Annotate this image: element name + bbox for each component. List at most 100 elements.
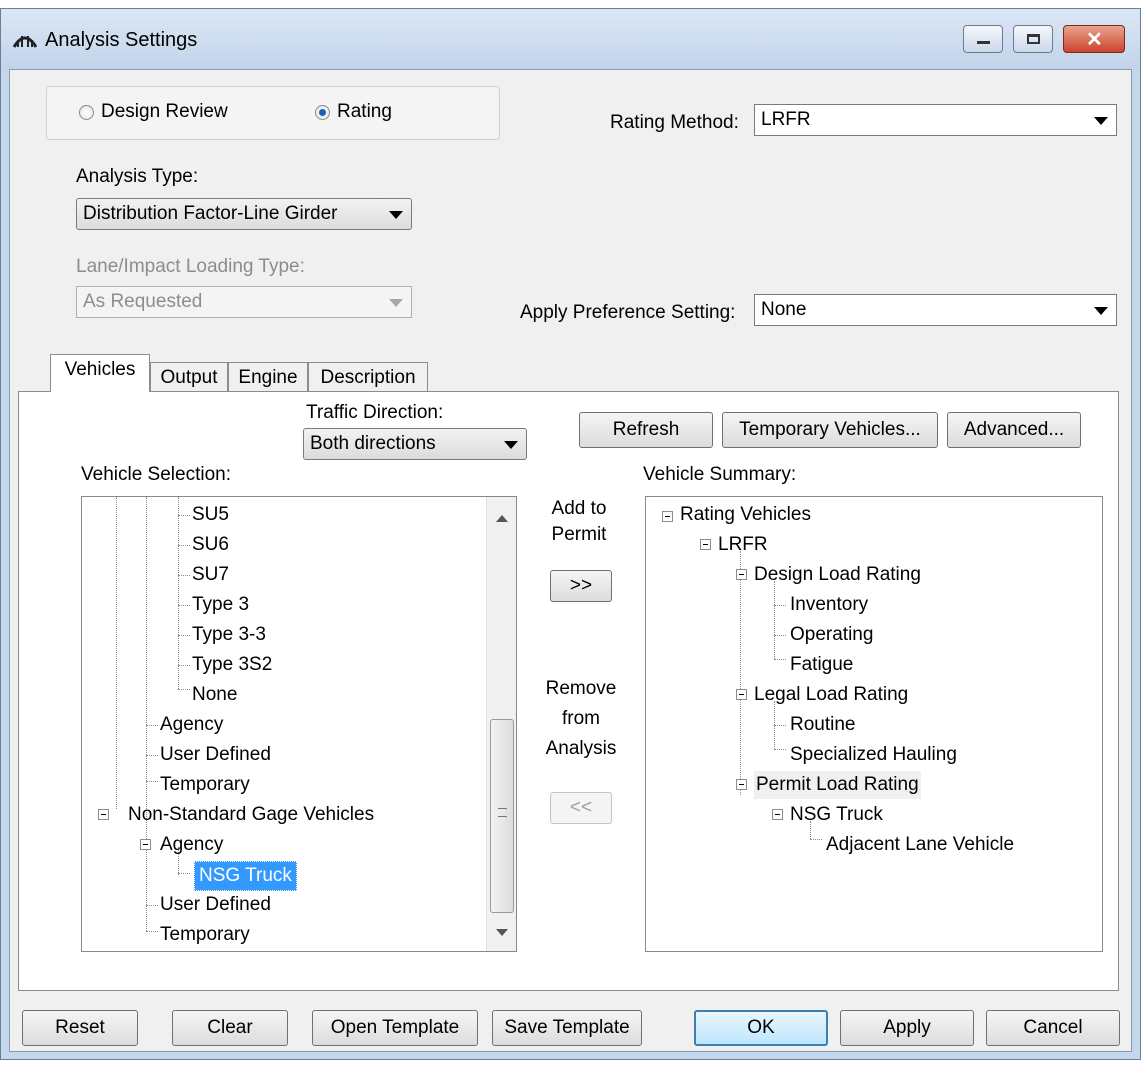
summary-item-nsg-truck[interactable]: NSG Truck — [790, 801, 883, 829]
cancel-button[interactable]: Cancel — [986, 1010, 1120, 1046]
collapse-icon[interactable] — [772, 809, 783, 820]
tree-connector — [178, 497, 179, 689]
traffic-direction-label: Traffic Direction: — [306, 402, 444, 423]
vehicle-item-type3[interactable]: Type 3 — [192, 591, 249, 619]
add-to-permit-button[interactable]: >> — [550, 570, 612, 602]
tab-vehicles[interactable]: Vehicles — [50, 354, 150, 392]
scroll-down-icon[interactable] — [496, 929, 508, 936]
reset-button[interactable]: Reset — [22, 1010, 138, 1046]
save-template-button[interactable]: Save Template — [492, 1010, 642, 1046]
dialog-client: Design Review Rating Rating Method: LRFR… — [9, 69, 1132, 1052]
rating-method-select[interactable]: LRFR — [754, 104, 1117, 136]
vertical-scrollbar[interactable] — [486, 497, 516, 951]
maximize-button[interactable] — [1013, 25, 1053, 53]
tree-connector — [178, 575, 190, 576]
vehicle-item-user-defined[interactable]: User Defined — [160, 741, 271, 769]
tree-connector — [178, 635, 190, 636]
collapse-icon[interactable] — [662, 511, 673, 522]
lane-impact-value: As Requested — [83, 291, 203, 312]
tree-connector — [774, 725, 786, 726]
window-title: Analysis Settings — [45, 29, 198, 51]
tree-connector — [116, 497, 117, 809]
design-review-radio[interactable] — [79, 105, 94, 120]
tree-connector — [146, 781, 158, 782]
bridge-icon — [13, 36, 37, 48]
tab-description[interactable]: Description — [308, 362, 428, 394]
vehicle-item-type3-3[interactable]: Type 3-3 — [192, 621, 266, 649]
summary-item-legal-load-rating[interactable]: Legal Load Rating — [754, 681, 908, 709]
vehicle-item-agency[interactable]: Agency — [160, 711, 223, 739]
advanced-button[interactable]: Advanced... — [947, 412, 1081, 448]
vehicle-summary-tree[interactable]: Rating Vehicles LRFR Design Load Rating … — [645, 496, 1103, 952]
rating-radio[interactable] — [315, 105, 330, 120]
traffic-direction-value: Both directions — [310, 433, 436, 454]
vehicle-item-su7[interactable]: SU7 — [192, 561, 229, 589]
rating-method-value: LRFR — [761, 109, 811, 130]
refresh-button[interactable]: Refresh — [579, 412, 713, 448]
chevron-down-icon — [1094, 307, 1108, 315]
summary-item-lrfr[interactable]: LRFR — [718, 531, 768, 559]
vehicle-item-nsg-temporary[interactable]: Temporary — [160, 921, 250, 949]
summary-item-design-load-rating[interactable]: Design Load Rating — [754, 561, 921, 589]
summary-item-inventory[interactable]: Inventory — [790, 591, 868, 619]
summary-item-routine[interactable]: Routine — [790, 711, 856, 739]
tree-connector — [774, 749, 786, 750]
tree-connector — [810, 839, 822, 840]
analysis-type-label: Analysis Type: — [76, 166, 199, 187]
preference-select[interactable]: None — [754, 294, 1117, 326]
tree-connector — [774, 605, 786, 606]
scrollbar-thumb[interactable] — [490, 719, 514, 913]
vehicle-item-temporary[interactable]: Temporary — [160, 771, 250, 799]
vehicle-item-nsg-agency[interactable]: Agency — [160, 831, 223, 859]
remove-from-analysis-label: Remove from Analysis — [545, 678, 617, 759]
vehicle-item-nsg-truck[interactable]: NSG Truck — [194, 861, 297, 891]
collapse-icon[interactable] — [700, 539, 711, 550]
traffic-direction-select[interactable]: Both directions — [303, 428, 527, 460]
vehicle-item-none[interactable]: None — [192, 681, 237, 709]
collapse-icon[interactable] — [98, 809, 109, 820]
minimize-button[interactable] — [963, 25, 1003, 53]
tree-connector — [178, 665, 190, 666]
apply-button[interactable]: Apply — [840, 1010, 974, 1046]
rating-label: Rating — [337, 101, 392, 122]
analysis-type-value: Distribution Factor-Line Girder — [83, 203, 338, 224]
minimize-icon — [977, 41, 990, 44]
tree-connector — [146, 755, 158, 756]
tree-connector — [178, 689, 190, 690]
grip-icon — [498, 808, 507, 817]
vehicle-item-nsg-vehicles[interactable]: Non-Standard Gage Vehicles — [128, 801, 374, 829]
tab-vehicles-label: Vehicles — [64, 359, 136, 380]
vehicle-item-su5[interactable]: SU5 — [192, 501, 229, 529]
close-button[interactable]: ✕ — [1063, 25, 1125, 53]
vehicle-item-su6[interactable]: SU6 — [192, 531, 229, 559]
vehicle-selection-tree[interactable]: SU5 SU6 SU7 Type 3 Type 3-3 Type 3S2 Non… — [81, 496, 517, 952]
collapse-icon[interactable] — [736, 779, 747, 790]
collapse-icon[interactable] — [140, 839, 151, 850]
summary-item-operating[interactable]: Operating — [790, 621, 873, 649]
clear-button[interactable]: Clear — [172, 1010, 288, 1046]
maximize-icon — [1027, 34, 1040, 44]
tab-engine[interactable]: Engine — [228, 362, 308, 394]
open-template-button[interactable]: Open Template — [312, 1010, 478, 1046]
title-bar[interactable]: Analysis Settings ✕ — [1, 9, 1140, 69]
summary-item-adjacent-lane-vehicle[interactable]: Adjacent Lane Vehicle — [826, 831, 1014, 859]
chevron-down-icon — [389, 211, 403, 219]
vehicle-item-nsg-user-defined[interactable]: User Defined — [160, 891, 271, 919]
collapse-icon[interactable] — [736, 689, 747, 700]
summary-item-permit-load-rating[interactable]: Permit Load Rating — [754, 771, 921, 799]
summary-item-fatigue[interactable]: Fatigue — [790, 651, 853, 679]
tab-output[interactable]: Output — [150, 362, 228, 394]
summary-item-specialized-hauling[interactable]: Specialized Hauling — [790, 741, 957, 769]
collapse-icon[interactable] — [736, 569, 747, 580]
temporary-vehicles-button[interactable]: Temporary Vehicles... — [722, 412, 938, 448]
tree-connector — [774, 635, 786, 636]
tree-connector — [178, 605, 190, 606]
preference-value: None — [761, 299, 807, 320]
vehicle-item-type3s2[interactable]: Type 3S2 — [192, 651, 272, 679]
scroll-up-icon[interactable] — [496, 515, 508, 522]
tree-connector — [146, 725, 158, 726]
ok-button[interactable]: OK — [694, 1010, 828, 1046]
summary-item-rating-vehicles[interactable]: Rating Vehicles — [680, 501, 811, 529]
analysis-type-select[interactable]: Distribution Factor-Line Girder — [76, 198, 412, 230]
chevron-down-icon — [1094, 117, 1108, 125]
